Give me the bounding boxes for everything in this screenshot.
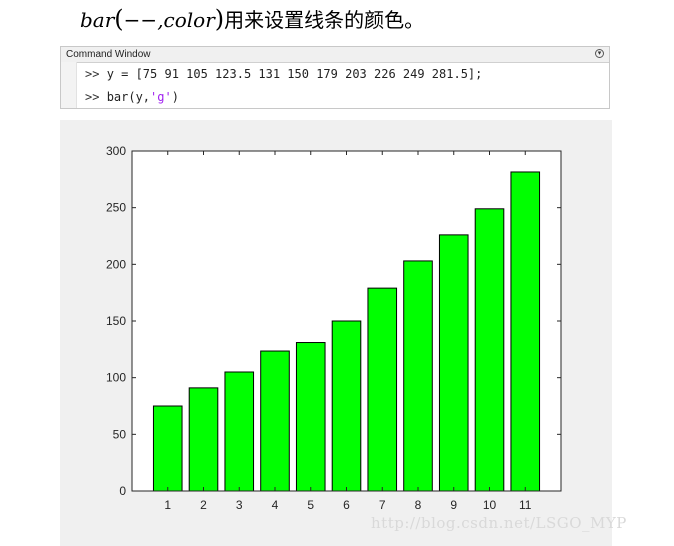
command-window[interactable]: Command Window ▾ >> y = [75 91 105 123.5…	[60, 46, 610, 109]
command-line: >> bar(y,'g')	[85, 90, 179, 104]
command-code: bar(y,	[106, 90, 151, 104]
y-tick-label: 250	[106, 201, 126, 215]
x-tick-label: 2	[200, 498, 207, 512]
x-tick-label: 9	[450, 498, 457, 512]
y-tick-label: 300	[106, 144, 126, 158]
x-tick-label: 10	[483, 498, 497, 512]
expand-icon[interactable]: ▾	[595, 49, 604, 58]
command-window-title: Command Window	[66, 49, 151, 60]
x-tick-label: 4	[272, 498, 279, 512]
command-window-titlebar: Command Window ▾	[61, 47, 609, 63]
bar	[438, 234, 469, 492]
x-tick-label: 1	[164, 498, 171, 512]
y-tick-label: 50	[113, 427, 127, 441]
y-tick-label: 150	[106, 314, 126, 328]
x-tick-label: 11	[519, 498, 532, 512]
bar	[474, 208, 505, 492]
bar-chart: 0 50 100 150 200 250 300 1 2 3 4 5 6 7 8 9 10 11	[106, 144, 562, 512]
prompt: >>	[85, 90, 100, 104]
watermark: http://blog.csdn.net/LSGO_MYP	[371, 514, 627, 532]
bar	[188, 387, 219, 492]
heading: bar(−−,color)用来设置线条的颜色。	[80, 4, 424, 33]
formula-paren-open: (	[114, 5, 124, 33]
command-line: >> y = [75 91 105 123.5 131 150 179 203 …	[85, 67, 482, 81]
bar	[260, 350, 290, 492]
x-tick-label: 3	[236, 498, 243, 512]
prompt: >>	[85, 67, 100, 81]
y-tick-label: 200	[106, 257, 126, 271]
y-tick-label: 100	[106, 371, 126, 385]
command-code-end: )	[171, 90, 179, 104]
bar	[403, 260, 433, 492]
bar	[295, 342, 326, 492]
bar	[224, 371, 255, 492]
bar	[510, 171, 541, 492]
figure-window: 0 50 100 150 200 250 300 1 2 3 4 5 6 7 8 9 10 11	[60, 120, 612, 546]
bar	[152, 405, 183, 492]
bar	[367, 287, 398, 492]
command-window-gutter	[61, 62, 77, 108]
command-code: y = [75 91 105 123.5 131 150 179 203 226…	[106, 67, 483, 81]
command-string: 'g'	[150, 90, 172, 104]
heading-text: 用来设置线条的颜色。	[224, 8, 425, 32]
x-tick-label: 7	[379, 498, 386, 512]
formula-function: bar	[80, 8, 115, 32]
bar	[331, 320, 362, 492]
y-tick-label: 0	[119, 484, 126, 498]
formula-args: −−,color	[123, 8, 215, 32]
x-tick-label: 5	[307, 498, 314, 512]
formula-paren-close: )	[214, 5, 225, 33]
x-tick-label: 6	[343, 498, 350, 512]
x-tick-label: 8	[415, 498, 422, 512]
